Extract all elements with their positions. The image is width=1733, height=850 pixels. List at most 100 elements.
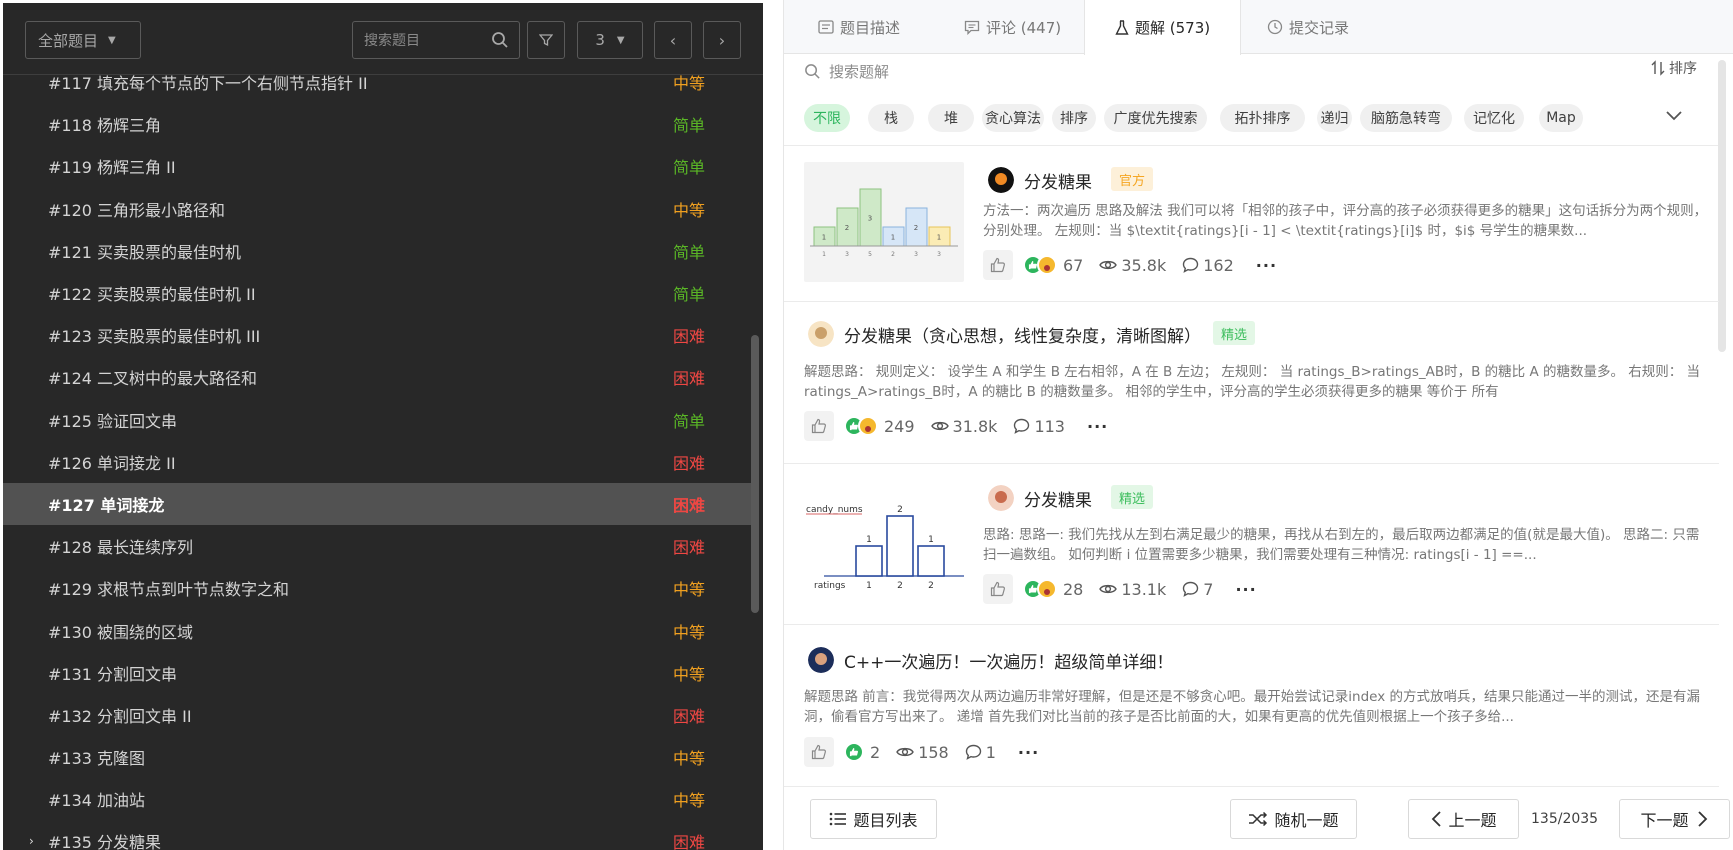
- solution-title[interactable]: 分发糖果: [1024, 486, 1092, 511]
- thumbnail-axis-label: 2: [897, 581, 903, 591]
- random-problem-button[interactable]: 随机一题: [1230, 799, 1357, 839]
- more-options-icon[interactable]: ···: [1087, 417, 1108, 436]
- problem-row[interactable]: #122 买卖股票的最佳时机 II 简单: [3, 272, 755, 314]
- all-topics-dropdown[interactable]: 全部题目 ▼: [25, 21, 141, 59]
- solution-title[interactable]: C++一次遍历！一次遍历！超级简单详细！: [844, 648, 1173, 673]
- chevron-right-icon: ›: [718, 30, 726, 50]
- comment-stat[interactable]: 162: [1182, 256, 1234, 275]
- more-options-icon[interactable]: ···: [1235, 580, 1256, 599]
- next-problem-button[interactable]: 下一题: [1619, 799, 1730, 839]
- more-options-icon[interactable]: ···: [1256, 256, 1277, 275]
- svg-text:2: 2: [845, 224, 849, 232]
- tab-description-label: 题目描述: [840, 18, 901, 37]
- solution-card[interactable]: candy_nums ratings 1 1 2 2 1 2 分发糖果 精选 思路: 思路一: 我们…: [784, 464, 1719, 625]
- solution-card[interactable]: C++一次遍历！一次遍历！超级简单详细！ 解题思路 前言：我觉得两次从两边遍历非常…: [784, 625, 1719, 787]
- shuffle-icon: [1249, 812, 1268, 826]
- comment-stat[interactable]: 7: [1182, 580, 1213, 599]
- problem-row[interactable]: #127 单词接龙 困难: [3, 482, 755, 526]
- avatar[interactable]: [808, 647, 834, 673]
- tag-chip[interactable]: 脑筋急转弯: [1360, 104, 1452, 132]
- sort-label: 排序: [1669, 61, 1697, 77]
- tag-chip[interactable]: 记忆化: [1464, 104, 1524, 132]
- chevron-down-icon[interactable]: [1664, 108, 1684, 127]
- problem-title: #128 最长连续序列: [48, 538, 194, 558]
- surprised-reaction-icon: [1037, 579, 1057, 599]
- problem-row[interactable]: #125 验证回文串 简单: [3, 399, 755, 441]
- solution-search-input[interactable]: 搜索题解: [804, 56, 1714, 86]
- tag-chip[interactable]: 不限: [804, 104, 850, 132]
- tab-solutions[interactable]: 题解 (573): [1084, 0, 1242, 55]
- sort-button[interactable]: 排序: [1651, 58, 1697, 78]
- tag-chip[interactable]: 拓扑排序: [1220, 104, 1305, 132]
- problem-row[interactable]: › #135 分发糖果 困难: [3, 820, 755, 850]
- tab-comments[interactable]: 评论 (447): [964, 0, 1061, 54]
- difficulty-label: 中等: [673, 749, 706, 769]
- problem-title: #119 杨辉三角 II: [48, 158, 176, 178]
- problem-row[interactable]: #126 单词接龙 II 困难: [3, 441, 755, 483]
- problem-row[interactable]: #120 三角形最小路径和 中等: [3, 188, 755, 230]
- tag-chip[interactable]: 堆: [928, 104, 974, 132]
- problem-row[interactable]: #129 求根节点到叶节点数字之和 中等: [3, 567, 755, 609]
- problem-row[interactable]: #118 杨辉三角 简单: [3, 103, 755, 145]
- page-select[interactable]: 3 ▼: [577, 21, 643, 59]
- problem-list-scrollbar[interactable]: [751, 335, 759, 613]
- solution-card[interactable]: 分发糖果（贪心思想，线性复杂度，清晰图解） 精选 解题思路： 规则定义： 设学生 A…: [784, 302, 1719, 464]
- problem-row[interactable]: #133 克隆图 中等: [3, 736, 755, 778]
- eye-icon: [1099, 584, 1118, 594]
- solution-stats: 2 158 1 ···: [804, 737, 1039, 767]
- problem-row[interactable]: #128 最长连续序列 困难: [3, 525, 755, 567]
- tab-submissions[interactable]: 提交记录: [1267, 0, 1349, 54]
- solutions-scrollbar[interactable]: [1718, 60, 1726, 352]
- prev-problem-button[interactable]: 上一题: [1408, 799, 1519, 839]
- problem-row[interactable]: #121 买卖股票的最佳时机 简单: [3, 230, 755, 272]
- tag-chip[interactable]: Map: [1539, 104, 1583, 132]
- solution-title[interactable]: 分发糖果（贪心思想，线性复杂度，清晰图解）: [844, 322, 1201, 347]
- more-options-icon[interactable]: ···: [1018, 743, 1039, 762]
- avatar[interactable]: [808, 321, 834, 347]
- filter-button[interactable]: [527, 21, 565, 59]
- reaction-icons: [1023, 255, 1057, 275]
- like-button[interactable]: [983, 574, 1013, 604]
- like-button[interactable]: [804, 737, 834, 767]
- thumbs-up-icon: [811, 418, 826, 434]
- comment-stat[interactable]: 113: [1013, 417, 1065, 436]
- avatar[interactable]: [988, 485, 1014, 511]
- like-button[interactable]: [804, 411, 834, 441]
- problem-row[interactable]: #131 分割回文串 中等: [3, 652, 755, 694]
- problem-row[interactable]: #123 买卖股票的最佳时机 III 困难: [3, 314, 755, 356]
- tag-chip[interactable]: 广度优先搜索: [1104, 104, 1207, 132]
- comment-stat[interactable]: 1: [965, 743, 996, 762]
- tab-description[interactable]: 题目描述: [818, 0, 900, 54]
- problem-row[interactable]: #134 加油站 中等: [3, 778, 755, 820]
- prev-page-button[interactable]: ‹: [654, 21, 692, 59]
- problem-search-input[interactable]: 搜索题目: [352, 21, 520, 59]
- tag-chip[interactable]: 递归: [1317, 104, 1352, 132]
- next-page-button[interactable]: ›: [703, 21, 741, 59]
- problem-list: #117 填充每个节点的下一个右侧节点指针 II 中等 #118 杨辉三角 简单 #11…: [3, 61, 755, 850]
- problem-title: #120 三角形最小路径和: [48, 200, 226, 220]
- thumbs-up-icon: [811, 744, 826, 760]
- like-button[interactable]: [983, 250, 1013, 280]
- problem-row[interactable]: #132 分割回文串 II 困难: [3, 694, 755, 736]
- tag-chip[interactable]: 栈: [868, 104, 914, 132]
- problem-row[interactable]: #124 二叉树中的最大路径和 困难: [3, 356, 755, 398]
- solution-card[interactable]: 1 1 2 3 3 5 1 2 2 3 1 3 分发糖果 官方 方法一：两次遍历 思路及解法 我们可以将「相…: [784, 146, 1719, 302]
- tag-chip[interactable]: 排序: [1052, 104, 1096, 132]
- avatar[interactable]: [988, 167, 1014, 193]
- svg-text:1: 1: [866, 535, 872, 545]
- tag-chip[interactable]: 贪心算法: [982, 104, 1044, 132]
- flask-icon: [1115, 19, 1129, 35]
- page-select-value: 3: [595, 31, 605, 49]
- difficulty-label: 困难: [673, 453, 706, 473]
- problem-row[interactable]: #130 被围绕的区域 中等: [3, 609, 755, 651]
- solution-title[interactable]: 分发糖果: [1024, 168, 1092, 193]
- solution-summary: 思路: 思路一: 我们先找从左到右满足最少的糖果，再找从右到左的，最后取两边都满…: [983, 527, 1700, 563]
- problem-list-button[interactable]: 题目列表: [810, 799, 937, 839]
- comment-icon: [1183, 257, 1199, 273]
- problem-row[interactable]: #119 杨辉三角 II 简单: [3, 145, 755, 187]
- thumbnail-axis-label: 2: [891, 251, 895, 258]
- sort-icon: [1651, 60, 1665, 76]
- problem-title: #133 克隆图: [48, 749, 146, 769]
- thumbnail-axis-label: 3: [845, 251, 849, 258]
- solution-stats: 28 13.1k 7 ···: [983, 574, 1257, 604]
